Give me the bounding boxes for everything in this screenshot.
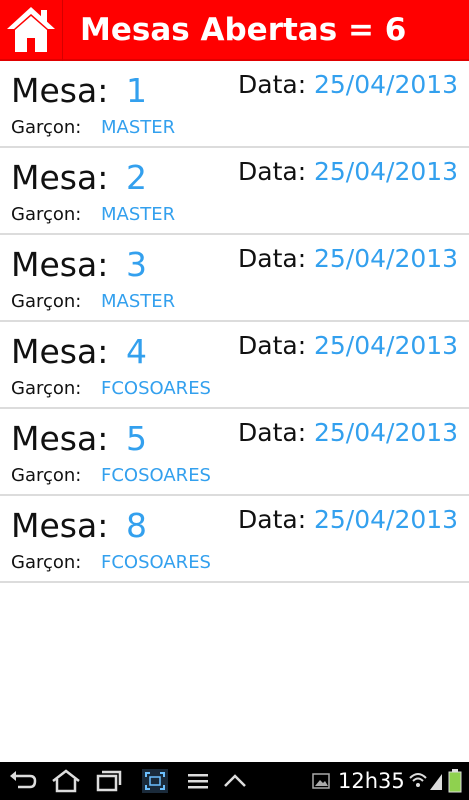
status-clock: 12h35 <box>338 769 405 793</box>
data-value: 25/04/2013 <box>314 418 459 447</box>
recent-apps-icon[interactable] <box>94 768 124 794</box>
table-row[interactable]: Mesa: 8 Data: 25/04/2013 Garçon: FCOSOARES <box>0 496 469 583</box>
mesa-number: 2 <box>126 158 147 197</box>
table-row[interactable]: Mesa: 1 Data: 25/04/2013 Garçon: MASTER <box>0 61 469 148</box>
data-label: Data: <box>238 157 307 186</box>
table-row[interactable]: Mesa: 5 Data: 25/04/2013 Garçon: FCOSOARES <box>0 409 469 496</box>
garcon-label: Garçon: <box>11 552 82 573</box>
garcon-label: Garçon: <box>11 204 82 225</box>
gallery-notification-icon <box>312 773 330 789</box>
open-tables-list: Mesa: 1 Data: 25/04/2013 Garçon: MASTER Mesa: 2… <box>0 61 469 583</box>
back-icon[interactable] <box>8 768 38 794</box>
mesa-number: 1 <box>126 71 147 110</box>
home-nav-icon[interactable] <box>50 768 82 794</box>
mesa-number: 4 <box>126 332 147 371</box>
data-value: 25/04/2013 <box>314 331 459 360</box>
data-label: Data: <box>238 244 307 273</box>
garcon-label: Garçon: <box>11 378 82 399</box>
signal-icon <box>430 774 442 790</box>
page-title: Mesas Abertas = 6 <box>80 12 407 48</box>
chevron-up-icon[interactable] <box>222 768 248 794</box>
data-value: 25/04/2013 <box>314 505 459 534</box>
table-row[interactable]: Mesa: 4 Data: 25/04/2013 Garçon: FCOSOARES <box>0 322 469 409</box>
mesa-label: Mesa: <box>11 419 109 458</box>
data-label: Data: <box>238 418 307 447</box>
data-label: Data: <box>238 70 307 99</box>
mesa-number: 3 <box>126 245 147 284</box>
wifi-icon <box>409 773 427 787</box>
mesa-label: Mesa: <box>11 506 109 545</box>
title-separator <box>62 0 63 61</box>
garcon-label: Garçon: <box>11 117 82 138</box>
table-row[interactable]: Mesa: 3 Data: 25/04/2013 Garçon: MASTER <box>0 235 469 322</box>
garcon-value: MASTER <box>101 204 176 225</box>
table-row[interactable]: Mesa: 2 Data: 25/04/2013 Garçon: MASTER <box>0 148 469 235</box>
garcon-value: MASTER <box>101 291 176 312</box>
battery-icon <box>448 769 462 793</box>
garcon-label: Garçon: <box>11 465 82 486</box>
home-icon <box>7 7 55 52</box>
data-value: 25/04/2013 <box>314 157 459 186</box>
garcon-value: FCOSOARES <box>101 465 211 486</box>
menu-icon[interactable] <box>186 768 210 794</box>
data-label: Data: <box>238 331 307 360</box>
data-label: Data: <box>238 505 307 534</box>
mesa-label: Mesa: <box>11 245 109 284</box>
garcon-value: MASTER <box>101 117 176 138</box>
data-value: 25/04/2013 <box>314 244 459 273</box>
screenshot-icon[interactable] <box>140 768 170 794</box>
mesa-label: Mesa: <box>11 332 109 371</box>
mesa-label: Mesa: <box>11 158 109 197</box>
garcon-value: FCOSOARES <box>101 378 211 399</box>
title-bar: Mesas Abertas = 6 <box>0 0 469 61</box>
home-button[interactable] <box>0 0 62 61</box>
mesa-number: 5 <box>126 419 147 458</box>
system-navigation-bar: 12h35 <box>0 762 469 800</box>
mesa-number: 8 <box>126 506 147 545</box>
garcon-value: FCOSOARES <box>101 552 211 573</box>
data-value: 25/04/2013 <box>314 70 459 99</box>
garcon-label: Garçon: <box>11 291 82 312</box>
mesa-label: Mesa: <box>11 71 109 110</box>
